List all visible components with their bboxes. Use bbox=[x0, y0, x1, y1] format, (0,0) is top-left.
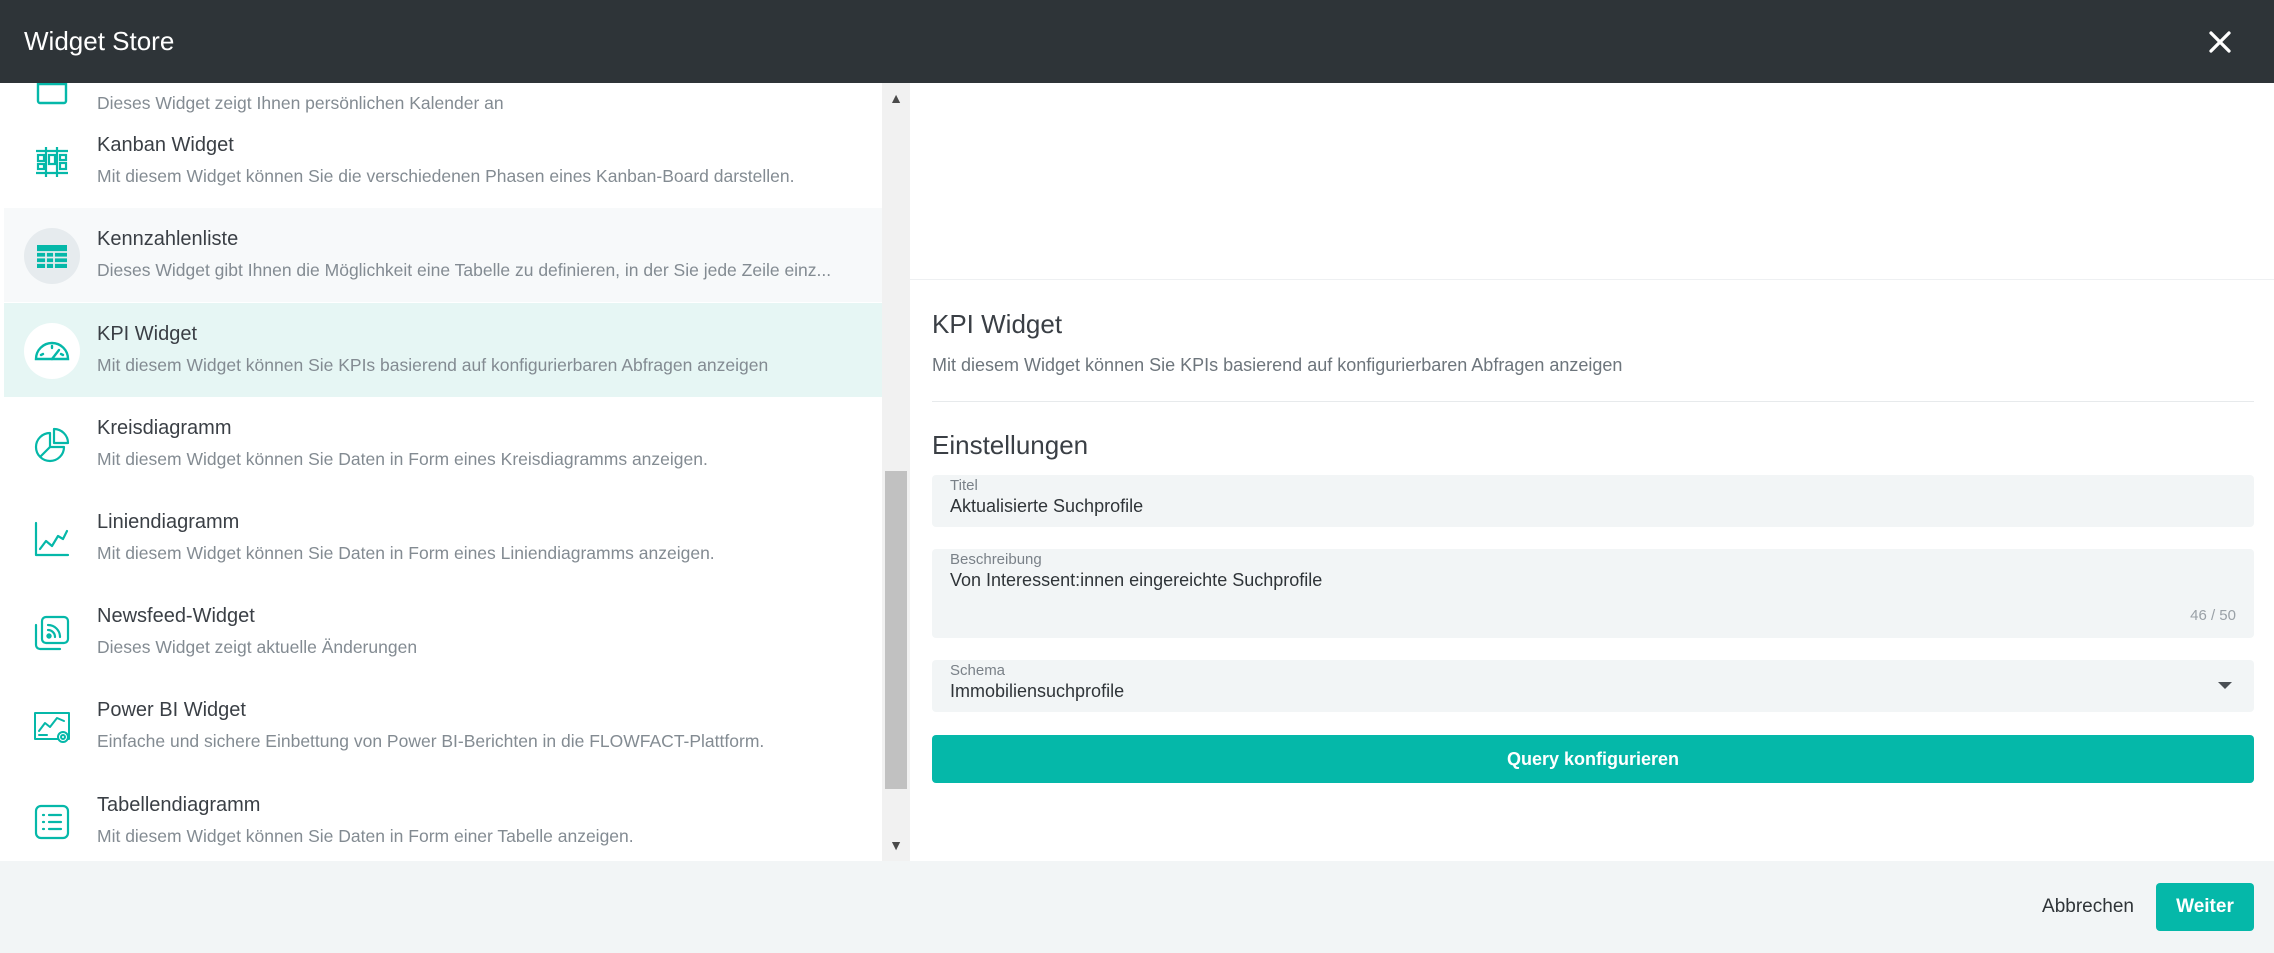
widget-description: Mit diesem Widget können Sie KPIs basier… bbox=[97, 355, 769, 375]
widget-description: Dieses Widget zeigt aktuelle Änderungen bbox=[97, 637, 418, 657]
dialog-footer: Abbrechen Weiter bbox=[0, 861, 2274, 953]
rss-feed-icon bbox=[24, 605, 80, 661]
widget-item-powerbi[interactable]: Power BI Widget Einfache und sichere Ein… bbox=[4, 679, 882, 773]
schema-select[interactable]: Schema Immobiliensuchprofile bbox=[932, 660, 2254, 712]
configure-query-button[interactable]: Query konfigurieren bbox=[932, 735, 2254, 783]
widget-item-newsfeed[interactable]: Newsfeed-Widget Dieses Widget zeigt aktu… bbox=[4, 585, 882, 679]
widget-list-scrollbar[interactable]: ▲ ▼ bbox=[882, 83, 910, 861]
widget-list[interactable]: Dieses Widget zeigt Ihnen persönlichen K… bbox=[0, 83, 882, 861]
divider bbox=[932, 401, 2254, 402]
table-icon bbox=[24, 228, 80, 284]
schema-select-value[interactable]: Immobiliensuchprofile bbox=[950, 681, 1124, 702]
chevron-down-icon[interactable] bbox=[2218, 682, 2232, 689]
widget-item-kpi[interactable]: KPI Widget Mit diesem Widget können Sie … bbox=[4, 303, 882, 397]
pie-chart-icon bbox=[24, 417, 80, 473]
widget-name: Kennzahlenliste bbox=[97, 228, 239, 250]
widget-description: Dieses Widget zeigt Ihnen persönlichen K… bbox=[97, 93, 504, 113]
description-field-label: Beschreibung bbox=[950, 551, 1042, 568]
widget-item-tabellendiagramm[interactable]: Tabellendiagramm Mit diesem Widget könne… bbox=[4, 774, 882, 861]
cancel-button[interactable]: Abbrechen bbox=[2030, 883, 2146, 931]
gauge-icon bbox=[24, 323, 80, 379]
widget-name: Power BI Widget bbox=[97, 699, 246, 721]
widget-description: Einfache und sichere Einbettung von Powe… bbox=[97, 731, 765, 751]
widget-name: Kanban Widget bbox=[97, 134, 234, 156]
title-field-value[interactable]: Aktualisierte Suchprofile bbox=[950, 496, 1143, 517]
widget-description: Mit diesem Widget können Sie Daten in Fo… bbox=[97, 449, 708, 469]
scroll-up-icon[interactable]: ▲ bbox=[888, 90, 904, 106]
scroll-down-icon[interactable]: ▼ bbox=[888, 837, 904, 853]
widget-name: Tabellendiagramm bbox=[97, 794, 261, 816]
widget-name: Newsfeed-Widget bbox=[97, 605, 255, 627]
character-counter: 46 / 50 bbox=[2190, 607, 2236, 624]
widget-description: Mit diesem Widget können Sie die verschi… bbox=[97, 166, 795, 186]
widget-description: Dieses Widget gibt Ihnen die Möglichkeit… bbox=[97, 260, 832, 280]
widget-item-kreisdiagramm[interactable]: Kreisdiagramm Mit diesem Widget können S… bbox=[4, 397, 882, 491]
detail-description: Mit diesem Widget können Sie KPIs basier… bbox=[932, 355, 1623, 375]
widget-detail-panel: KPI Widget Mit diesem Widget können Sie … bbox=[910, 83, 2274, 861]
widget-description: Mit diesem Widget können Sie Daten in Fo… bbox=[97, 826, 634, 846]
widget-preview bbox=[910, 83, 2274, 280]
next-button[interactable]: Weiter bbox=[2156, 883, 2254, 931]
close-icon[interactable] bbox=[2202, 24, 2238, 60]
widget-item-kanban[interactable]: Kanban Widget Mit diesem Widget können S… bbox=[4, 114, 882, 208]
settings-heading: Einstellungen bbox=[932, 430, 1089, 460]
widget-item-kennzahlenliste[interactable]: Kennzahlenliste Dieses Widget gibt Ihnen… bbox=[4, 208, 882, 302]
description-field-value[interactable]: Von Interessent:innen eingereichte Suchp… bbox=[950, 570, 1322, 591]
widget-name: Liniendiagramm bbox=[97, 511, 240, 533]
line-chart-icon bbox=[24, 511, 80, 567]
kanban-icon bbox=[24, 134, 80, 190]
power-bi-icon bbox=[24, 699, 80, 755]
scrollbar-thumb[interactable] bbox=[885, 471, 907, 789]
list-icon bbox=[24, 794, 80, 850]
widget-name: KPI Widget bbox=[97, 323, 198, 345]
calendar-icon bbox=[24, 83, 80, 117]
dialog-header: Widget Store bbox=[0, 0, 2274, 83]
widget-description: Mit diesem Widget können Sie Daten in Fo… bbox=[97, 543, 715, 563]
detail-title: KPI Widget bbox=[932, 309, 1063, 339]
schema-select-label: Schema bbox=[950, 662, 1006, 679]
widget-name: Kreisdiagramm bbox=[97, 417, 232, 439]
description-field[interactable]: Beschreibung Von Interessent:innen einge… bbox=[932, 549, 2254, 638]
title-field-label: Titel bbox=[950, 477, 978, 494]
dialog-title: Widget Store bbox=[24, 26, 175, 56]
widget-item-liniendiagramm[interactable]: Liniendiagramm Mit diesem Widget können … bbox=[4, 491, 882, 585]
title-field[interactable]: Titel Aktualisierte Suchprofile bbox=[932, 475, 2254, 527]
